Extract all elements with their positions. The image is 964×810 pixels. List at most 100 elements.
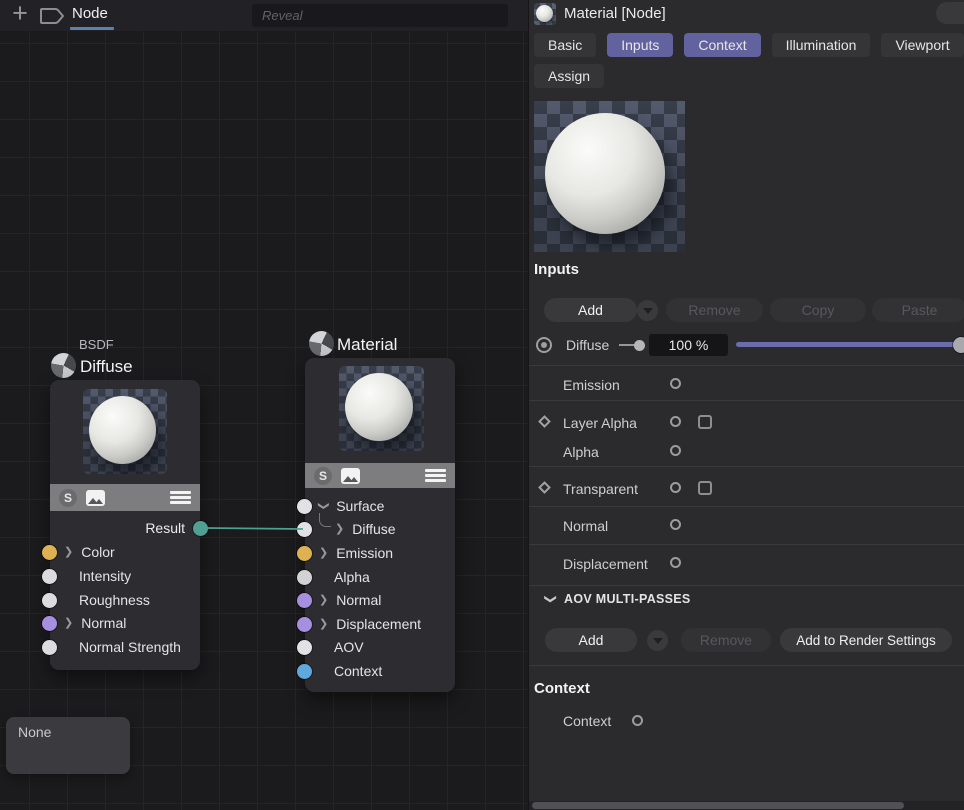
input-port-aov[interactable] [297, 640, 312, 655]
aov-add-dropdown-button[interactable] [647, 630, 668, 651]
param-label-transparent: Transparent [563, 481, 638, 497]
paste-input-button[interactable]: Paste [872, 298, 964, 322]
port-row-aov: AOV [297, 639, 364, 655]
tab-basic[interactable]: Basic [534, 33, 596, 57]
add-to-render-settings-button[interactable]: Add to Render Settings [780, 628, 952, 652]
tab-viewport[interactable]: Viewport [881, 33, 963, 57]
param-label-emission: Emission [563, 377, 620, 393]
chevron-right-icon[interactable]: ❯ [335, 524, 344, 534]
diffuse-slider[interactable] [736, 342, 964, 347]
node-bsdf-diffuse[interactable]: S Result ❯ Color Intensity Roughness [50, 380, 200, 670]
tab-node-active-underline [70, 27, 114, 30]
material-preview-image[interactable] [534, 101, 685, 252]
chevron-down-icon[interactable]: ❯ [544, 594, 558, 604]
port-circle-layer-alpha[interactable] [670, 416, 681, 427]
port-label: Normal [81, 615, 126, 631]
tab-assign[interactable]: Assign [534, 64, 604, 88]
attributes-panel: Material [Node] Basic Inputs Context Ill… [528, 0, 964, 810]
transparent-checkbox[interactable] [698, 481, 712, 495]
section-divider [529, 665, 964, 666]
input-port-emission[interactable] [297, 546, 312, 561]
chevron-right-icon[interactable]: ❯ [319, 619, 328, 629]
param-label-normal: Normal [563, 518, 608, 534]
node-space-icon[interactable] [38, 5, 66, 27]
diffuse-value-field[interactable]: 100 % [649, 334, 728, 356]
input-port-surface[interactable] [297, 499, 312, 514]
tab-inputs[interactable]: Inputs [607, 33, 673, 57]
overlay-label: None [18, 724, 51, 740]
layer-alpha-checkbox[interactable] [698, 415, 712, 429]
aov-add-button[interactable]: Add [545, 628, 637, 652]
port-circle-emission[interactable] [670, 378, 681, 389]
aov-remove-button[interactable]: Remove [681, 628, 771, 652]
connected-port-icon[interactable] [619, 344, 641, 346]
port-label: Intensity [79, 568, 131, 584]
port-circle-normal[interactable] [670, 519, 681, 530]
row-divider [529, 585, 964, 586]
solo-icon[interactable]: S [59, 489, 77, 507]
param-label-displacement: Displacement [563, 556, 648, 572]
panel-tabs-row-1: Basic Inputs Context Illumination Viewpo… [534, 33, 964, 57]
param-label-layer-alpha: Layer Alpha [563, 415, 637, 431]
material-sphere-icon [309, 331, 334, 356]
add-input-button[interactable]: Add [544, 298, 637, 322]
panel-corner-button[interactable] [936, 2, 964, 24]
tab-illumination[interactable]: Illumination [772, 33, 871, 57]
status-overlay-none: None [6, 717, 130, 774]
chevron-down-icon[interactable]: ❯ [319, 501, 329, 510]
chevron-right-icon[interactable]: ❯ [64, 547, 73, 557]
chevron-right-icon[interactable]: ❯ [319, 548, 328, 558]
tab-context[interactable]: Context [684, 33, 760, 57]
eye-icon[interactable] [536, 337, 552, 353]
param-label-alpha: Alpha [563, 444, 599, 460]
node-toolbar-strip: S [50, 484, 200, 511]
diamond-icon[interactable] [538, 415, 551, 428]
horizontal-scrollbar-thumb[interactable] [532, 802, 904, 809]
remove-input-button[interactable]: Remove [666, 298, 763, 322]
port-label: Normal Strength [79, 639, 181, 655]
output-port-result[interactable] [193, 521, 208, 536]
material-thumbnail-icon [534, 3, 556, 25]
port-circle-alpha[interactable] [670, 445, 681, 456]
hamburger-menu-icon[interactable] [170, 491, 191, 505]
solo-icon[interactable]: S [314, 467, 332, 485]
diamond-icon[interactable] [538, 481, 551, 494]
input-port-normal[interactable] [42, 616, 57, 631]
reveal-search-input[interactable] [252, 4, 508, 27]
node-material[interactable]: S ❯ Surface ❯ Diffuse ❯ Emission [305, 358, 455, 692]
row-divider [529, 506, 964, 507]
input-port-context[interactable] [297, 664, 312, 679]
node-title-material[interactable]: Material [337, 335, 397, 355]
row-divider [529, 400, 964, 401]
hamburger-menu-icon[interactable] [425, 469, 446, 483]
image-preview-icon[interactable] [86, 490, 105, 506]
image-preview-icon[interactable] [341, 468, 360, 484]
port-label: Context [334, 663, 382, 679]
port-row-displacement: ❯ Displacement [297, 616, 421, 632]
input-port-normal[interactable] [297, 593, 312, 608]
input-port-diffuse[interactable] [297, 522, 312, 537]
add-node-icon[interactable]: + [8, 0, 32, 28]
port-label: Roughness [79, 592, 150, 608]
input-port-normal-strength[interactable] [42, 640, 57, 655]
input-port-alpha[interactable] [297, 570, 312, 585]
input-port-intensity[interactable] [42, 569, 57, 584]
input-port-displacement[interactable] [297, 617, 312, 632]
chevron-right-icon[interactable]: ❯ [319, 595, 328, 605]
diffuse-slider-handle[interactable] [953, 337, 964, 353]
node-category-label: BSDF [79, 337, 114, 352]
port-circle-displacement[interactable] [670, 557, 681, 568]
row-divider [529, 365, 964, 366]
input-port-roughness[interactable] [42, 593, 57, 608]
material-sphere-icon [51, 353, 76, 378]
port-circle-transparent[interactable] [670, 482, 681, 493]
chevron-right-icon[interactable]: ❯ [64, 618, 73, 628]
node-title-diffuse[interactable]: Diffuse [80, 357, 133, 377]
input-port-color[interactable] [42, 545, 57, 560]
aov-section-heading[interactable]: AOV MULTI-PASSES [564, 592, 691, 606]
port-circle-context[interactable] [632, 715, 643, 726]
copy-input-button[interactable]: Copy [770, 298, 866, 322]
add-input-dropdown-button[interactable] [637, 300, 658, 321]
tab-node[interactable]: Node [72, 5, 108, 22]
preview-sphere [536, 5, 554, 23]
